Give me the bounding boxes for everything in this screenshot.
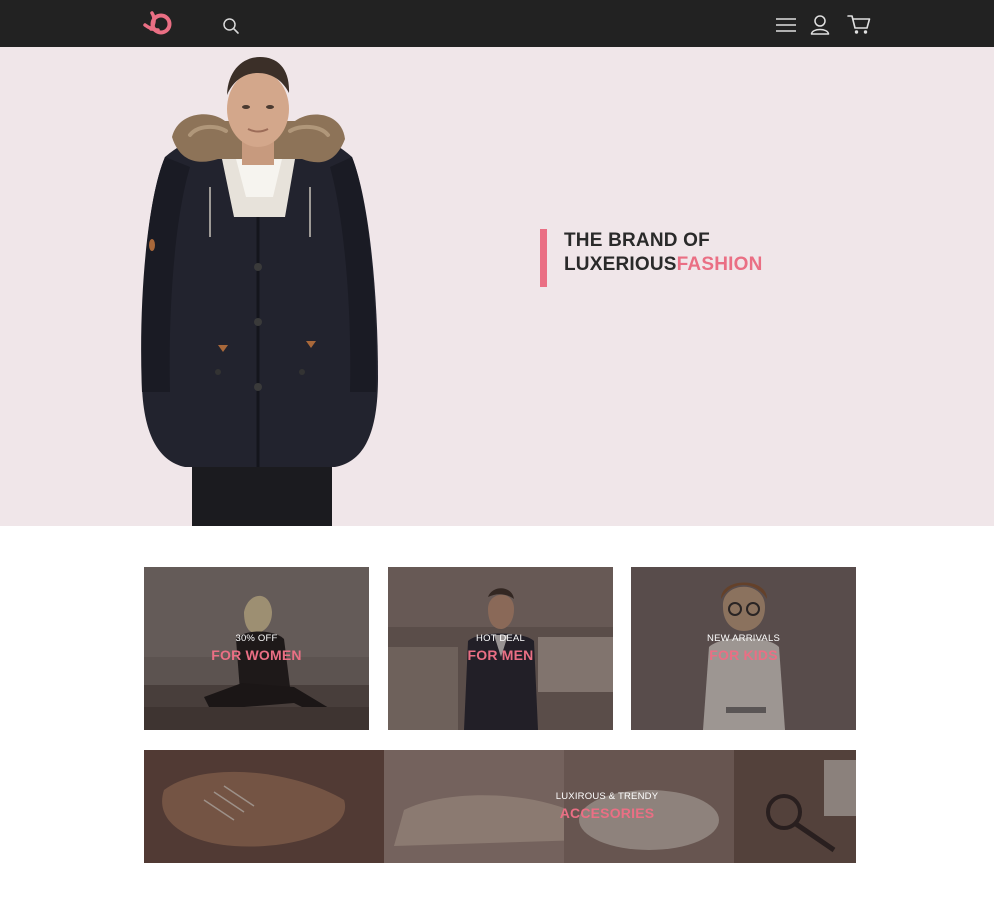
hero-headline-line1: THE BRAND OF bbox=[564, 230, 710, 251]
category-card-women[interactable]: 30% OFF FOR WOMEN bbox=[144, 567, 369, 730]
category-title: FOR KIDS bbox=[709, 647, 778, 663]
user-icon[interactable] bbox=[809, 13, 831, 35]
hero-headline-line2: LUXERIOUSFASHION bbox=[564, 253, 763, 277]
accessories-banner[interactable]: LUXIROUS & TRENDY ACCESORIES bbox=[144, 750, 856, 863]
hero-headline: THE BRAND OF LUXERIOUSFASHION bbox=[540, 229, 763, 287]
category-card-kids[interactable]: NEW ARRIVALS FOR KIDS bbox=[631, 567, 856, 730]
banner-title: ACCESORIES bbox=[559, 805, 655, 821]
hero-model-image bbox=[141, 57, 378, 526]
category-kicker: HOT DEAL bbox=[476, 633, 525, 644]
category-kicker: 30% OFF bbox=[235, 633, 278, 644]
hamburger-menu-icon[interactable] bbox=[775, 16, 797, 34]
search-icon[interactable] bbox=[221, 16, 241, 36]
category-kicker: NEW ARRIVALS bbox=[707, 633, 780, 644]
top-navigation-bar bbox=[0, 0, 994, 47]
category-caption: NEW ARRIVALS FOR KIDS bbox=[631, 633, 856, 665]
cart-icon[interactable] bbox=[847, 13, 871, 35]
hero-headline-accent: FASHION bbox=[676, 254, 763, 275]
brand-logo-icon[interactable] bbox=[143, 9, 173, 37]
banner-kicker: LUXIROUS & TRENDY bbox=[555, 791, 659, 802]
banner-caption: LUXIROUS & TRENDY ACCESORIES bbox=[501, 791, 713, 823]
category-title: FOR WOMEN bbox=[211, 647, 302, 663]
category-card-men[interactable]: HOT DEAL FOR MEN bbox=[388, 567, 613, 730]
hero-headline-word: LUXERIOUS bbox=[564, 254, 677, 275]
category-title: FOR MEN bbox=[467, 647, 534, 663]
category-caption: HOT DEAL FOR MEN bbox=[388, 633, 613, 665]
category-caption: 30% OFF FOR WOMEN bbox=[144, 633, 369, 665]
hero-banner: THE BRAND OF LUXERIOUSFASHION bbox=[0, 47, 994, 526]
image-overlay bbox=[144, 750, 856, 863]
